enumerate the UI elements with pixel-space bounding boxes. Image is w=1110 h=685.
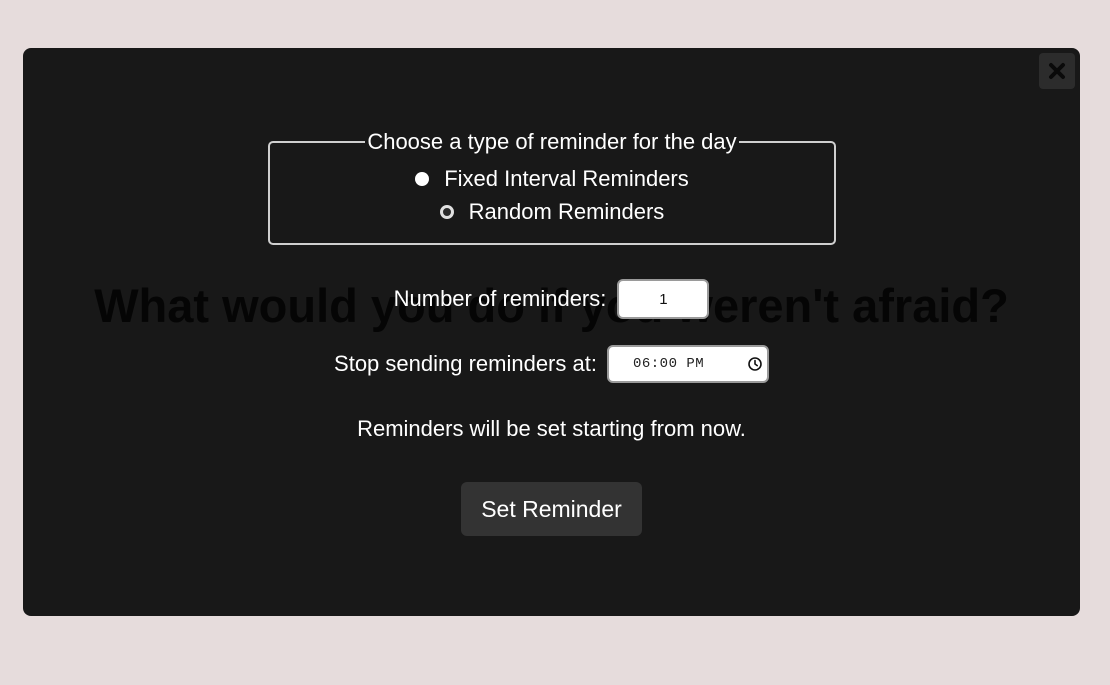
info-text: Reminders will be set starting from now. <box>357 416 746 441</box>
fixed-interval-radio[interactable] <box>415 172 430 186</box>
stop-time-label: Stop sending reminders at: <box>334 351 597 376</box>
stop-time-row: Stop sending reminders at: 06:00 PM <box>23 345 1080 383</box>
number-of-reminders-label: Number of reminders: <box>393 286 607 311</box>
stop-time-input[interactable]: 06:00 PM <box>606 345 769 383</box>
random-label: Random Reminders <box>468 199 665 224</box>
reminder-type-legend: Choose a type of reminder for the day <box>365 129 739 154</box>
close-icon <box>1049 63 1065 79</box>
clock-icon[interactable] <box>747 356 763 372</box>
random-radio[interactable] <box>439 205 454 219</box>
close-button[interactable] <box>1039 53 1075 89</box>
number-of-reminders-input[interactable] <box>617 279 710 319</box>
reminder-type-fieldset: Choose a type of reminder for the day Fi… <box>268 129 836 245</box>
set-reminder-button[interactable]: Set Reminder <box>461 482 642 536</box>
stop-time-value: 06:00 PM <box>632 356 705 372</box>
option-random[interactable]: Random Reminders <box>270 199 834 225</box>
fixed-interval-label: Fixed Interval Reminders <box>444 166 689 191</box>
number-of-reminders-row: Number of reminders: <box>23 279 1080 319</box>
reminder-modal: What would you do if you weren't afraid?… <box>23 48 1080 616</box>
option-fixed-interval[interactable]: Fixed Interval Reminders <box>270 166 834 192</box>
